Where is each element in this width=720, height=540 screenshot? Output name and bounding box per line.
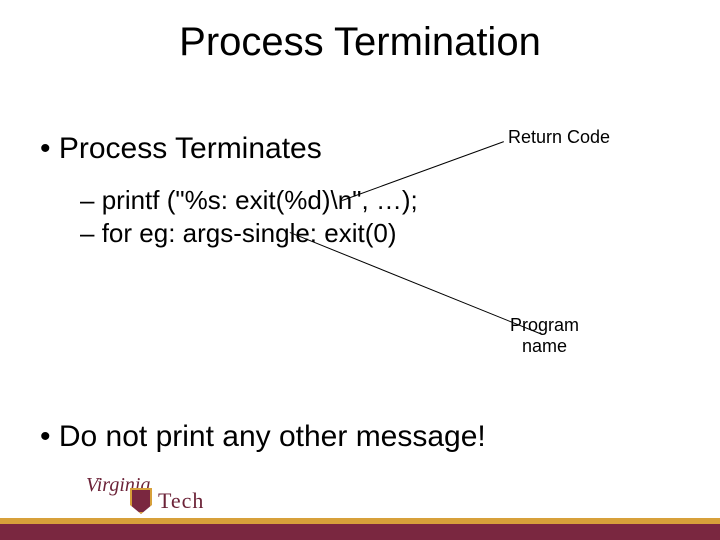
slide-title: Process Termination: [0, 20, 720, 65]
footer-stripe-maroon: [0, 524, 720, 540]
logo-text-tech: Tech: [158, 488, 204, 514]
annotation-program-name-line2: name: [522, 336, 567, 356]
subbullet-text: for eg: args-single: exit(0): [102, 218, 397, 248]
bullet-text: Process Terminates: [59, 132, 322, 165]
logo-shield-icon: [130, 488, 152, 514]
bullet-marker: •: [40, 132, 51, 165]
bullet-process-terminates: • Process Terminates: [40, 132, 322, 166]
bullet-do-not-print: • Do not print any other message!: [40, 420, 486, 454]
subbullet-foreg: – for eg: args-single: exit(0): [80, 218, 397, 249]
bullet-marker: •: [40, 420, 51, 453]
annotation-program-name: Program name: [510, 315, 579, 357]
virginia-tech-logo: Virginia Tech: [80, 480, 220, 518]
connector-program-name: [290, 232, 543, 335]
bullet-text: Do not print any other message!: [59, 420, 486, 453]
connector-return-code: [342, 141, 504, 201]
dash-marker: –: [80, 218, 94, 248]
annotation-return-code: Return Code: [508, 127, 610, 148]
dash-marker: –: [80, 185, 94, 215]
